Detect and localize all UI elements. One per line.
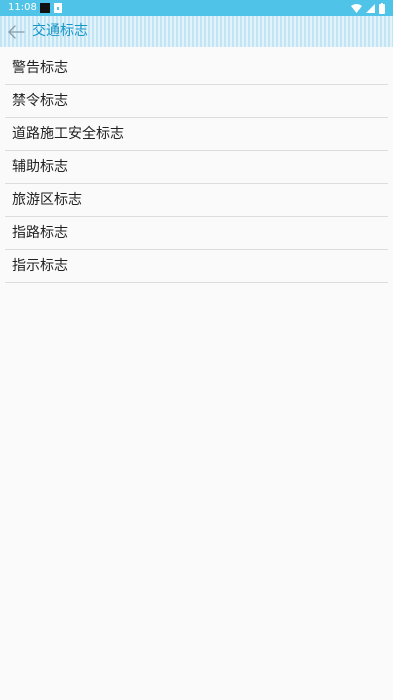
status-time: 11:08 — [8, 2, 37, 13]
download-notification-icon — [54, 3, 62, 13]
notification-square-icon — [40, 3, 50, 13]
cell-signal-icon — [366, 3, 375, 13]
battery-icon — [379, 2, 385, 14]
list-item-road-construction-safety-signs[interactable]: 道路施工安全标志 — [5, 118, 388, 151]
list-item-auxiliary-signs[interactable]: 辅助标志 — [5, 151, 388, 184]
list-item-prohibition-signs[interactable]: 禁令标志 — [5, 85, 388, 118]
wifi-icon — [351, 3, 362, 13]
list-item-warning-signs[interactable]: 警告标志 — [5, 52, 388, 85]
sign-category-list: 警告标志 禁令标志 道路施工安全标志 辅助标志 旅游区标志 指路标志 指示标志 — [5, 52, 388, 283]
list-item-guide-signs[interactable]: 指路标志 — [5, 217, 388, 250]
status-bar: 11:08 — [0, 0, 393, 16]
toolbar: 交通标志 — [0, 16, 393, 47]
page-title: 交通标志 — [32, 23, 88, 39]
system-icons — [351, 2, 385, 14]
arrow-left-icon — [8, 25, 25, 39]
list-item-indication-signs[interactable]: 指示标志 — [5, 250, 388, 283]
list-item-tourist-area-signs[interactable]: 旅游区标志 — [5, 184, 388, 217]
back-button[interactable] — [4, 20, 28, 44]
